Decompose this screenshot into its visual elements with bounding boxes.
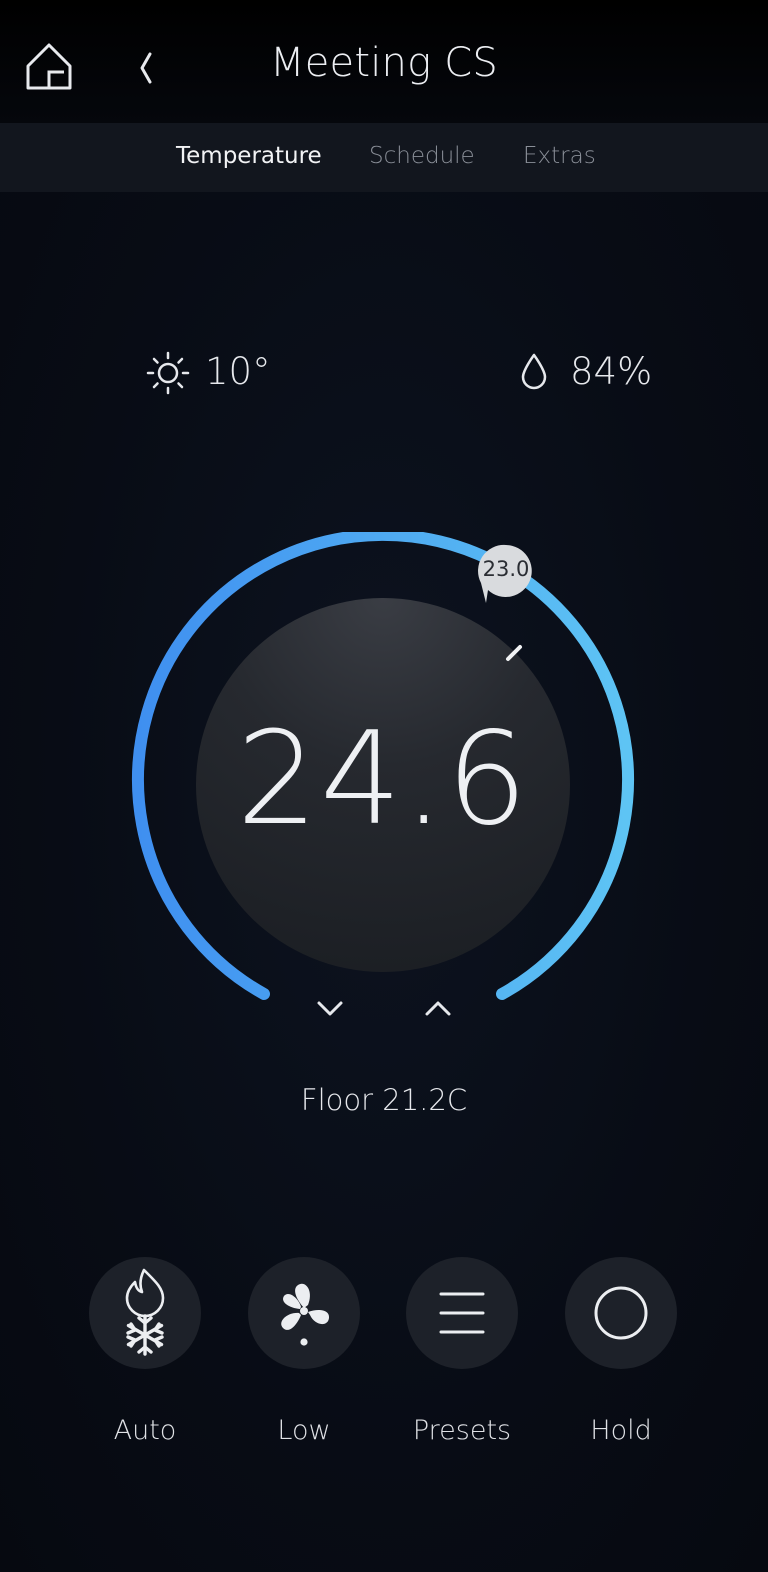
outdoor-temp-value: 10°: [205, 350, 271, 393]
hold-button[interactable]: [565, 1257, 677, 1369]
floor-temperature: Floor 21.2C: [300, 1083, 468, 1117]
flame-snowflake-icon: [125, 1268, 165, 1356]
tab-bar: Temperature Schedule Extras: [0, 123, 768, 192]
fan-speed-button[interactable]: [248, 1257, 360, 1369]
setpoint-value: 23.0: [482, 557, 530, 581]
chevron-up-icon: [425, 1001, 451, 1016]
presets-label: Presets: [412, 1415, 512, 1446]
fan-speed-label: Low: [277, 1415, 331, 1446]
menu-lines-icon: [439, 1292, 485, 1334]
mode-auto-button[interactable]: [89, 1257, 201, 1369]
thermostat-screen: Meeting CS Temperature Schedule Extras 1…: [0, 0, 768, 1572]
presets-button[interactable]: [406, 1257, 518, 1369]
hold-label: Hold: [590, 1415, 652, 1446]
tab-extras[interactable]: Extras: [523, 143, 596, 169]
humidity-value: 84%: [570, 350, 653, 393]
droplet-icon: [521, 353, 547, 390]
tab-temperature[interactable]: Temperature: [176, 143, 322, 169]
sun-icon: [146, 351, 190, 395]
circle-icon: [594, 1286, 648, 1340]
fan-icon: [281, 1283, 330, 1346]
current-temperature: 24.6: [236, 705, 530, 854]
mode-auto-label: Auto: [113, 1415, 177, 1446]
increase-temp-button[interactable]: [418, 992, 458, 1024]
decrease-temp-button[interactable]: [310, 992, 350, 1024]
page-title: Meeting CS: [270, 40, 498, 86]
header: Meeting CS: [0, 0, 768, 124]
tab-schedule[interactable]: Schedule: [369, 143, 475, 169]
chevron-down-icon: [317, 1001, 343, 1016]
